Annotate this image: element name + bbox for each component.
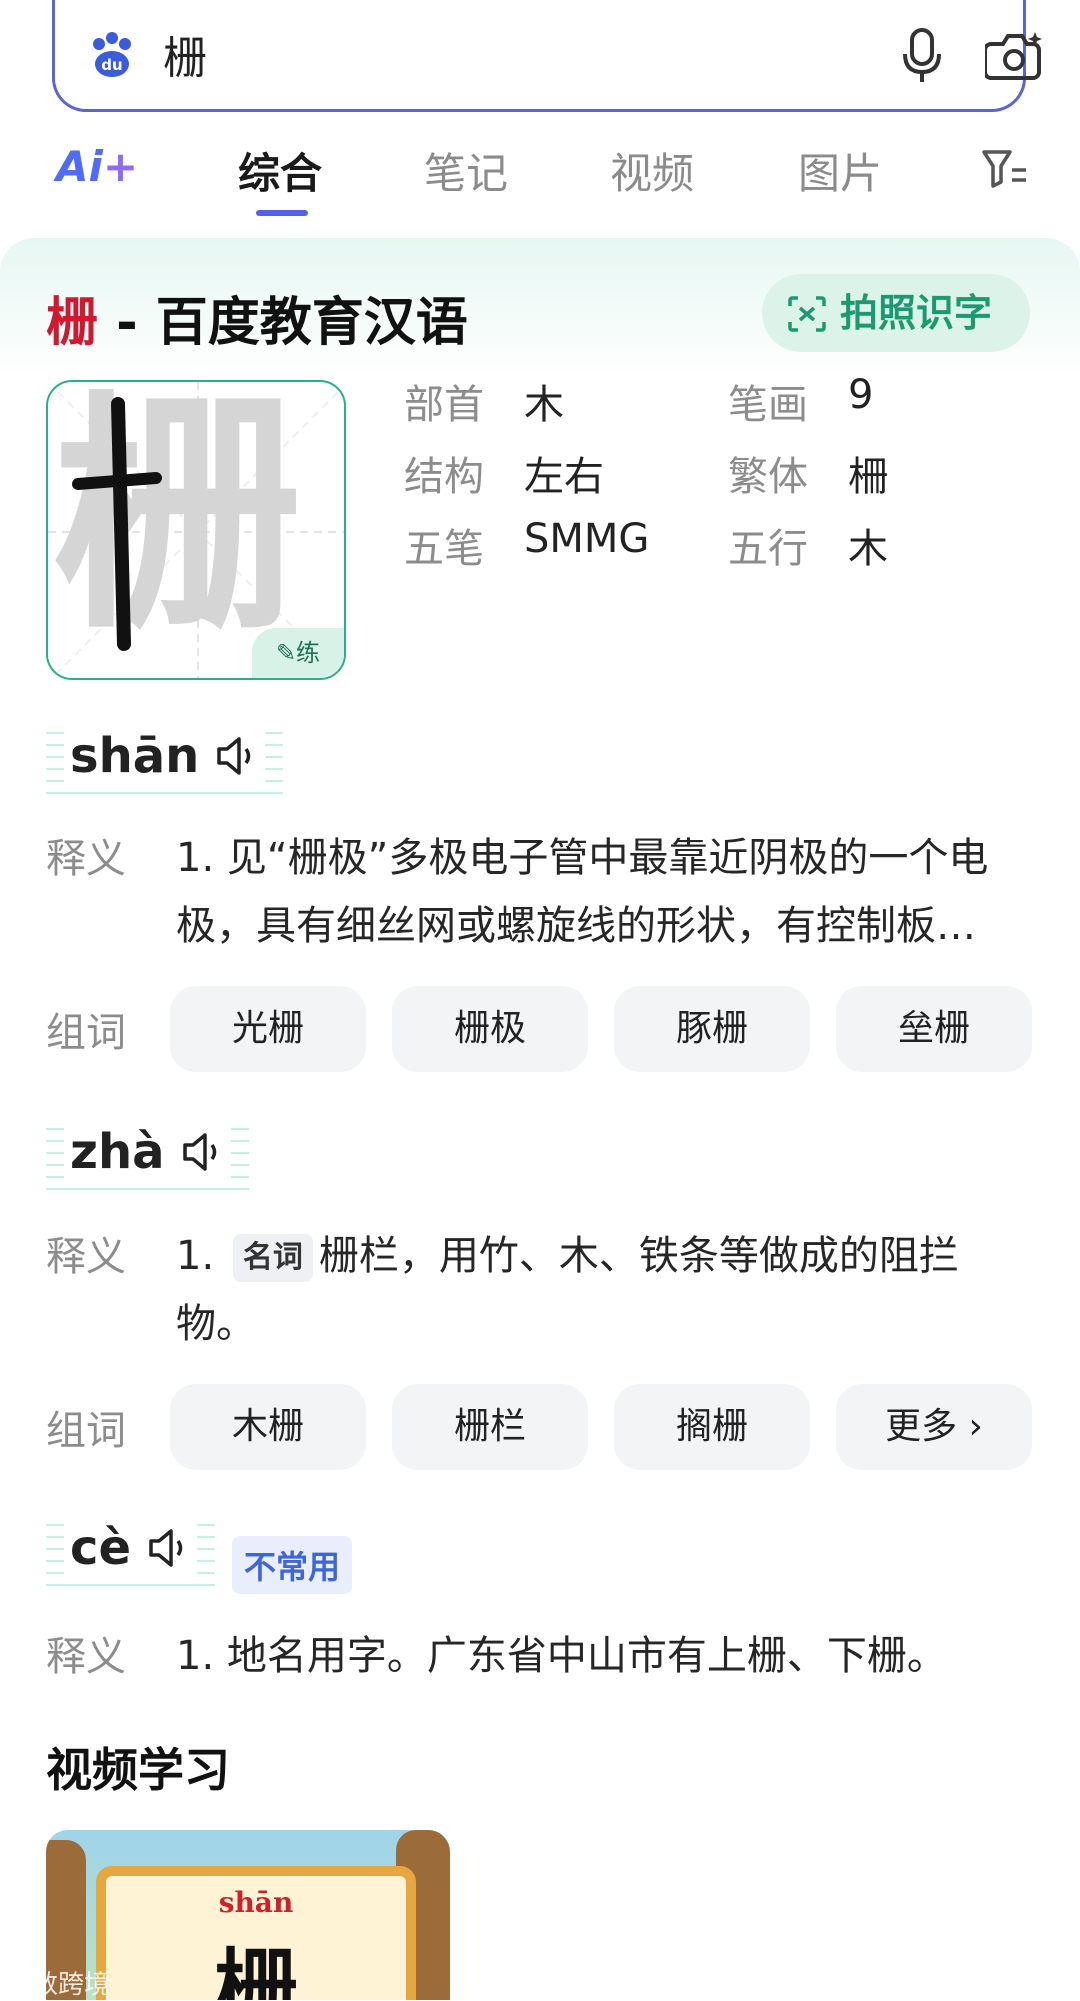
photo-recognize-button[interactable]: 拍照识字 [762, 274, 1030, 352]
baidu-logo-icon: du [93, 32, 131, 77]
svg-text:du: du [101, 56, 122, 74]
info-structure: 结构 左右 [404, 454, 604, 500]
info-radical: 部首木 [404, 382, 564, 428]
microphone-icon[interactable] [901, 28, 943, 84]
speaker-icon[interactable] [179, 1129, 225, 1175]
part-of-speech-tag: 名词 [232, 1234, 313, 1282]
dictionary-card: 栅 - 百度教育汉语 拍照识字 栅 ✎练 部首木 笔画 9 结构 左右 繁体柵 五笔… [0, 238, 1080, 2000]
pinyin-ce: cè [46, 1514, 216, 1586]
tab-videos[interactable]: 视频 [610, 140, 694, 201]
word-chip[interactable]: 豚栅 [614, 986, 810, 1072]
uncommon-badge: 不常用 [232, 1536, 353, 1594]
search-bar[interactable]: du 栅 [52, 0, 1042, 112]
tab-comprehensive[interactable]: 综合 [238, 140, 322, 201]
definition-zha[interactable]: 1. 名词 栅栏，用竹、木、铁条等做成的阻拦物。 [176, 1222, 1026, 1358]
word-chip[interactable]: 垒栅 [836, 986, 1032, 1072]
scan-text-icon [788, 296, 826, 332]
camera-search-icon[interactable] [985, 28, 1045, 84]
info-strokes: 笔画 9 [728, 372, 874, 428]
video-section-title: 视频学习 [46, 1743, 230, 1797]
definition-label: 释义 [46, 1234, 126, 1280]
active-tab-indicator [256, 210, 308, 216]
watermark-text: 大数跨境 [6, 1970, 111, 2000]
info-wubi: 五笔 SMMG [404, 516, 650, 572]
word-chip[interactable]: 搁栅 [614, 1384, 810, 1470]
words-label: 组词 [46, 1010, 126, 1056]
tab-images[interactable]: 图片 [798, 140, 882, 201]
word-chip[interactable]: 栅极 [392, 986, 588, 1072]
more-words-button[interactable]: 更多 › [836, 1384, 1032, 1470]
thumb-character: 栅 [213, 1940, 298, 2000]
practice-button[interactable]: ✎练 [252, 628, 344, 678]
pinyin-zha: zhà [46, 1118, 249, 1190]
pinyin-shan: shān [46, 722, 284, 794]
definition-ce[interactable]: 1. 地名用字。广东省中山市有上栅、下栅。 [176, 1622, 1026, 1690]
tab-notes[interactable]: 笔记 [424, 140, 508, 201]
definition-shan[interactable]: 1. 见“栅极”多极电子管中最靠近阴极的一个电极，具有细丝网或螺旋线的形状，有控… [176, 824, 1026, 960]
speaker-icon[interactable] [145, 1525, 191, 1571]
card-title[interactable]: 栅 - 百度教育汉语 [46, 280, 468, 355]
speaker-icon[interactable] [213, 733, 259, 779]
definition-label: 释义 [46, 836, 126, 882]
ai-tab[interactable]: Ai+ [56, 142, 138, 191]
info-traditional: 繁体柵 [728, 454, 888, 500]
search-tabs: Ai+ 综合 笔记 视频 图片 [0, 138, 1080, 218]
thumb-pinyin: shān [218, 1886, 294, 1919]
words-label: 组词 [46, 1408, 126, 1454]
word-chip[interactable]: 木栅 [170, 1384, 366, 1470]
word-chip[interactable]: 光栅 [170, 986, 366, 1072]
search-query[interactable]: 栅 [163, 22, 207, 86]
flashcard-board: shān 栅 [96, 1866, 416, 2000]
info-five-elements: 五行木 [728, 526, 888, 572]
stroke-order-box[interactable]: 栅 ✎练 [46, 380, 346, 680]
definition-label: 释义 [46, 1634, 126, 1680]
filter-icon[interactable] [980, 146, 1028, 190]
word-chip[interactable]: 栅栏 [392, 1384, 588, 1470]
